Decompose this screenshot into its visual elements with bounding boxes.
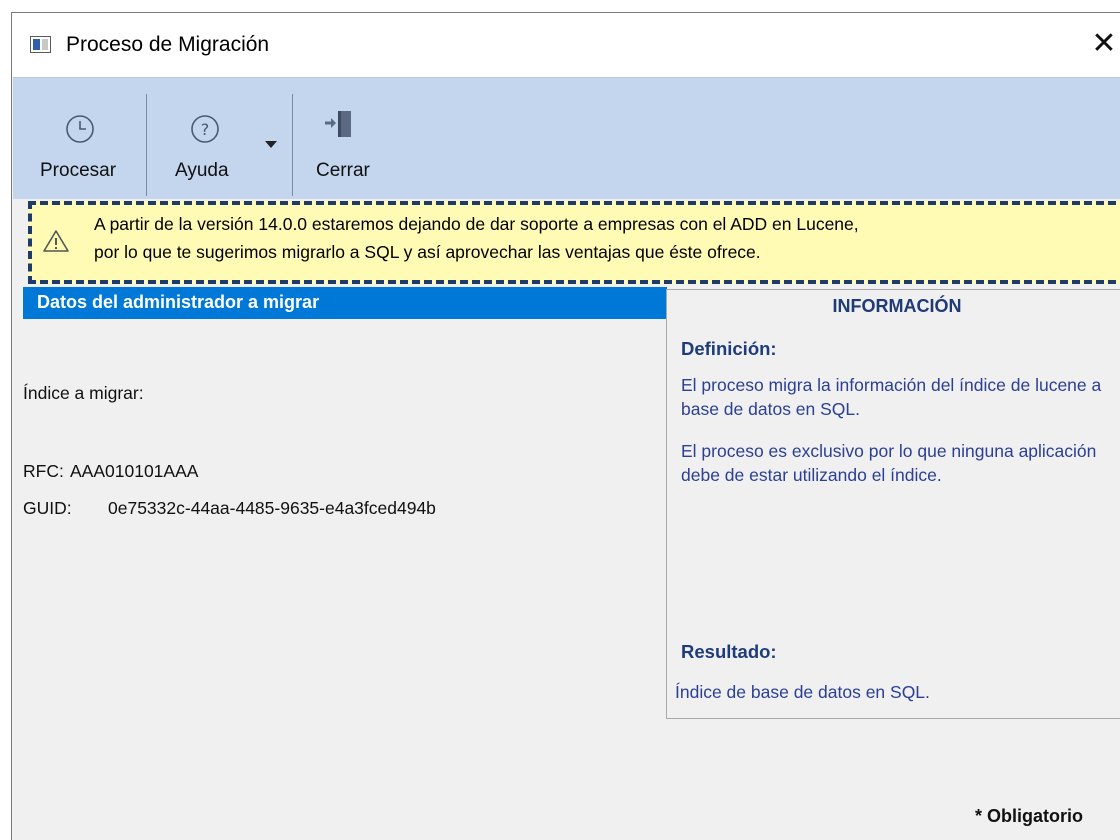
definition-text-2: El proceso es exclusivo por lo que ningu… [681, 441, 1097, 485]
window-app-icon [30, 36, 51, 53]
close-toolbar-button[interactable]: Cerrar [293, 78, 403, 199]
warning-triangle-icon [43, 230, 69, 252]
help-label: Ayuda [175, 160, 229, 181]
guid-label: GUID: [23, 498, 72, 518]
svg-text:?: ? [201, 120, 210, 139]
window-title: Proceso de Migración [66, 33, 270, 56]
process-button[interactable]: Procesar [13, 78, 146, 199]
index-label: Índice a migrar: [23, 383, 144, 403]
information-panel: INFORMACIÓN Definición: El proceso migra… [666, 289, 1120, 719]
migration-window: Proceso de Migración ✕ Procesar ? Ayuda [11, 12, 1120, 840]
result-heading: Resultado: [681, 641, 777, 662]
result-text: Índice de base de datos en SQL. [675, 682, 930, 702]
required-note: * Obligatorio [975, 806, 1083, 826]
process-label: Procesar [40, 160, 117, 181]
window-close-button[interactable]: ✕ [1087, 27, 1120, 63]
warning-text-line2: por lo que te sugerimos migrarlo a SQL y… [94, 242, 761, 262]
help-button[interactable]: ? Ayuda [147, 78, 292, 199]
guid-value: 0e75332c-44aa-4485-9635-e4a3fced494b [108, 498, 436, 518]
caret-down-icon[interactable] [264, 140, 278, 149]
definition-heading: Definición: [681, 338, 777, 359]
close-label: Cerrar [316, 160, 370, 181]
definition-text-1: El proceso migra la información del índi… [681, 375, 1102, 419]
help-circle-icon: ? [191, 115, 219, 143]
information-title: INFORMACIÓN [832, 296, 962, 316]
rfc-value: AAA010101AAA [70, 461, 199, 481]
title-bar: Proceso de Migración ✕ [12, 13, 1120, 77]
rfc-label: RFC: [23, 461, 64, 481]
admin-section-header: Datos del administrador a migrar [23, 287, 667, 319]
migration-warning-banner: A partir de la versión 14.0.0 estaremos … [28, 201, 1120, 284]
toolbar-ribbon: Procesar ? Ayuda Cerrar [13, 77, 1120, 199]
clock-icon [66, 115, 94, 143]
exit-door-icon [325, 111, 351, 137]
warning-text-line1: A partir de la versión 14.0.0 estaremos … [94, 214, 859, 234]
